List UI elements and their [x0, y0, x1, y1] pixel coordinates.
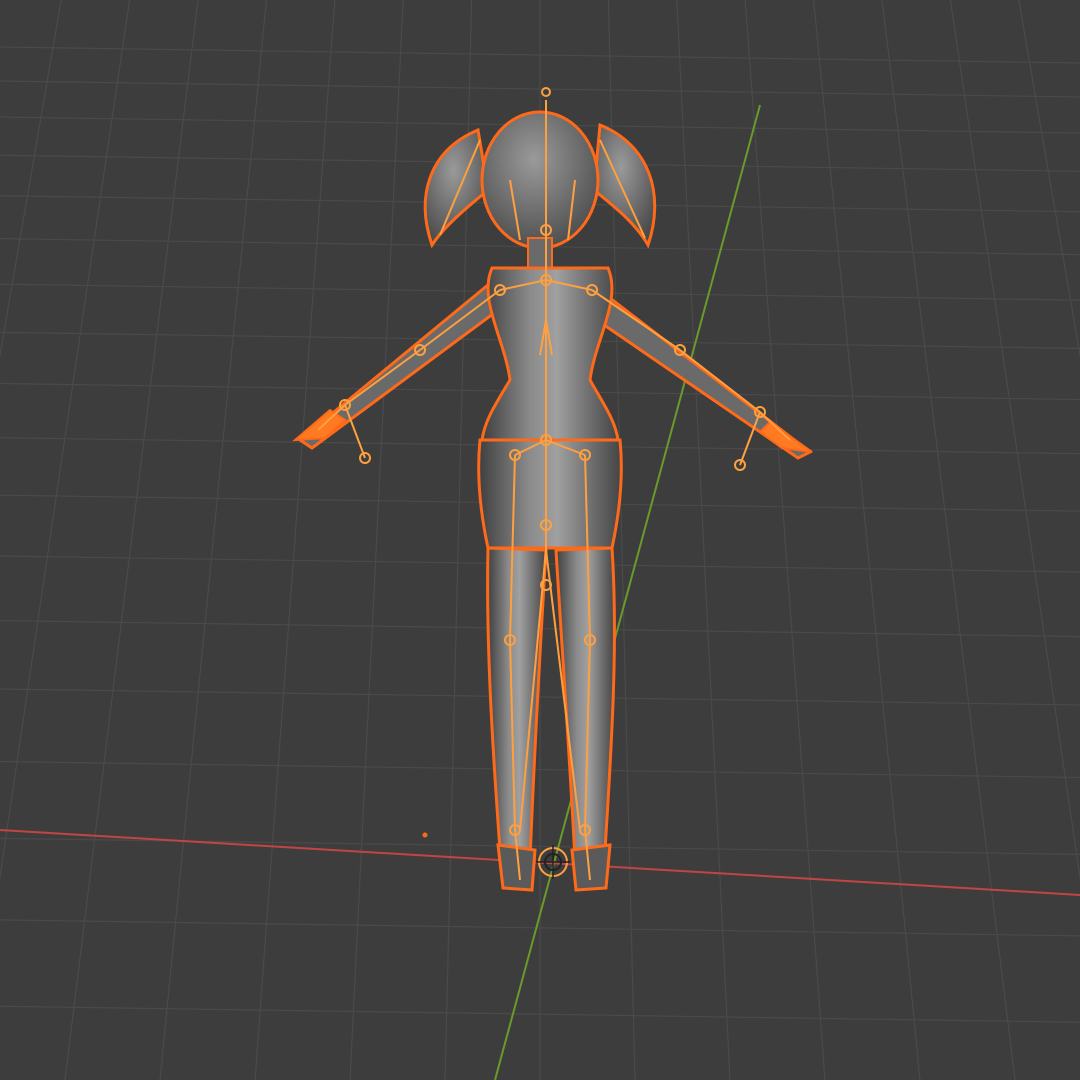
grid-line: [0, 0, 62, 359]
viewport-canvas[interactable]: [0, 0, 1080, 1080]
left-leg: [486, 546, 548, 863]
grid-line: [1018, 0, 1080, 359]
grid-line: [254, 0, 336, 1080]
head: [480, 110, 600, 250]
grid-line: [813, 0, 921, 1080]
grid-line: [949, 0, 1080, 882]
grid-line: [159, 0, 267, 1080]
3d-viewport[interactable]: [0, 0, 1080, 1080]
left-hand: [292, 408, 347, 442]
grid-line: [676, 0, 731, 1080]
3d-cursor-icon[interactable]: [536, 845, 570, 879]
grid-line: [0, 0, 131, 882]
grid-line: [744, 0, 826, 1080]
grid-line: [64, 0, 199, 1080]
right-foot: [570, 843, 612, 892]
hips: [477, 438, 623, 550]
stray-vertex-marker: [422, 832, 428, 838]
grid-line: [349, 0, 404, 1080]
grid-line: [881, 0, 1016, 1080]
hair-right-tail: [592, 122, 657, 249]
armature-bone[interactable]: [419, 289, 501, 351]
hair-left-tail: [423, 127, 490, 249]
neck: [527, 237, 553, 269]
